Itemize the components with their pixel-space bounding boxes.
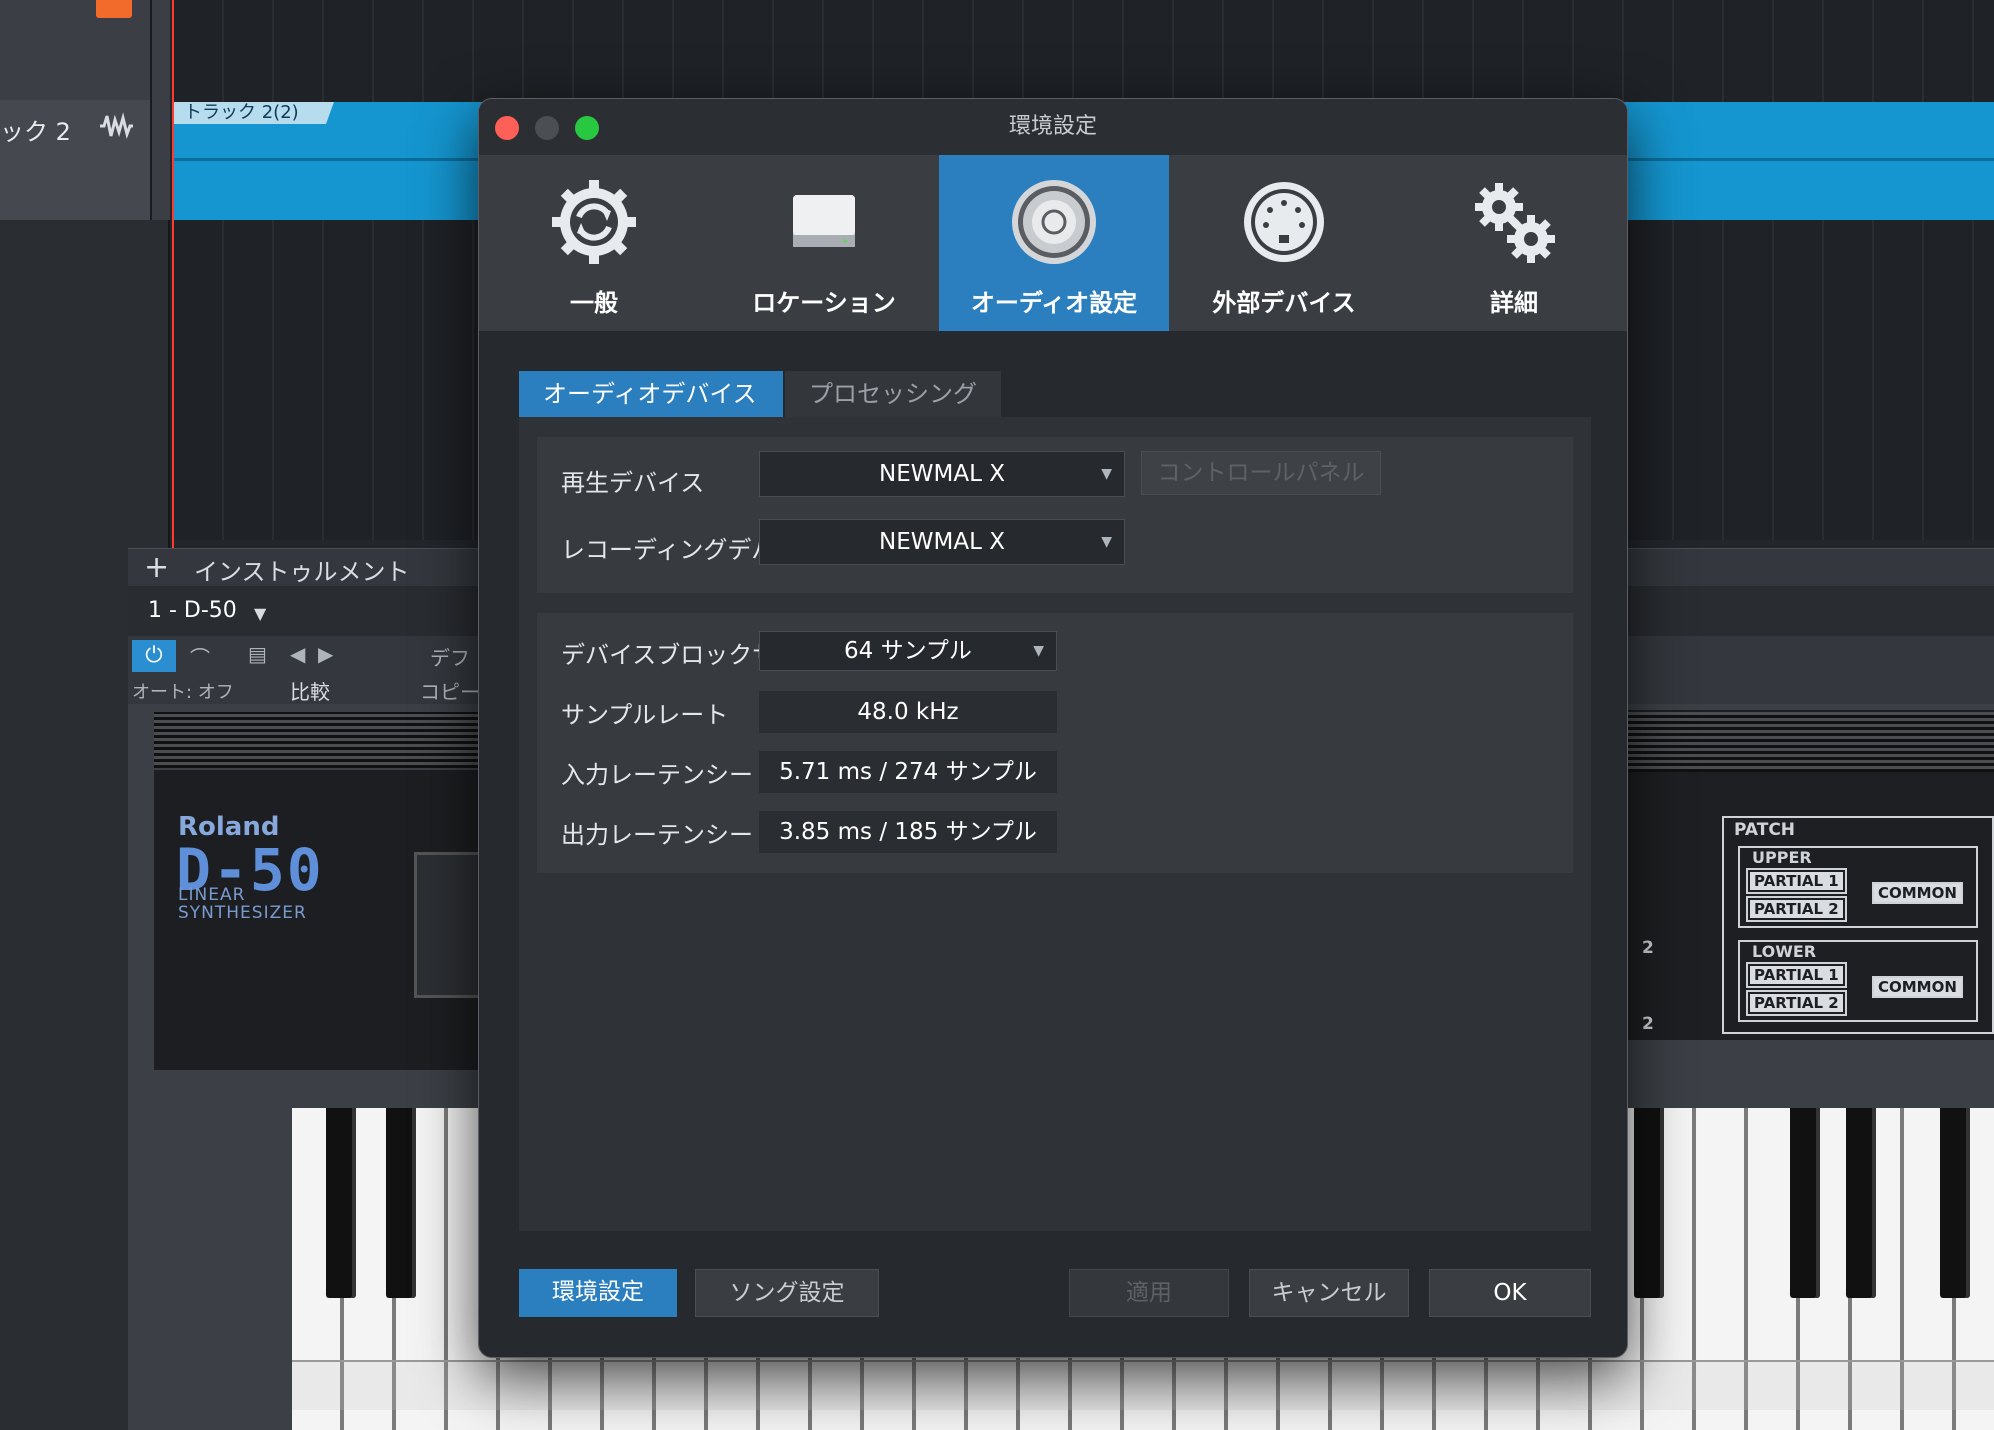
ok-button[interactable]: OK — [1429, 1269, 1591, 1317]
speaker-icon — [1012, 180, 1096, 264]
playback-device-label: 再生デバイス — [561, 469, 705, 497]
upper-partial-1: PARTIAL 1 — [1746, 868, 1847, 894]
tab-external-devices[interactable]: 外部デバイス — [1169, 155, 1399, 331]
buffer-group: デバイスブロックサイ 64 サンプル ▼ サンプルレート 48.0 kHz 入力… — [537, 613, 1573, 873]
input-latency-value: 5.71 ms / 274 サンプル — [759, 751, 1057, 793]
preferences-button[interactable]: 環境設定 — [519, 1269, 677, 1317]
upper-partial-2: PARTIAL 2 — [1746, 896, 1847, 922]
chevron-down-icon: ▼ — [1101, 466, 1112, 482]
device-group: 再生デバイス NEWMAL X ▼ コントロールパネル レコーディングデバイ N… — [537, 437, 1573, 593]
track-divider — [150, 0, 152, 220]
title-bar[interactable]: 環境設定 — [479, 99, 1627, 155]
tab-audio-setup-label: オーディオ設定 — [970, 289, 1138, 317]
tab-general-label: 一般 — [570, 289, 618, 317]
tab-locations-label: ロケーション — [752, 289, 896, 317]
tab-external-devices-label: 外部デバイス — [1212, 289, 1356, 317]
black-key[interactable] — [1790, 1108, 1820, 1298]
chevron-down-icon: ▼ — [1101, 534, 1112, 550]
synth-number: 2 — [1642, 938, 1654, 958]
lower-label: LOWER — [1752, 942, 1817, 961]
clip-label: トラック 2(2) — [174, 102, 334, 124]
copy-button[interactable]: コピー — [420, 676, 480, 705]
playback-device-value: NEWMAL X — [879, 461, 1005, 487]
compare-button[interactable]: 比較 — [290, 676, 330, 705]
synth-number: 2 — [1642, 1014, 1654, 1034]
output-latency-label: 出力レーテンシー — [561, 821, 753, 849]
prev-preset-button[interactable]: ◀ — [290, 642, 305, 666]
preset-list-icon[interactable]: ▤ — [248, 642, 267, 666]
output-latency-value: 3.85 ms / 185 サンプル — [759, 811, 1057, 853]
default-button[interactable]: デフ — [430, 642, 470, 671]
subtab-processing[interactable]: プロセッシング — [785, 371, 1001, 417]
tab-locations[interactable]: ロケーション — [709, 155, 939, 331]
lower-common: COMMON — [1872, 976, 1963, 998]
upper-common: COMMON — [1872, 882, 1963, 904]
upper-label: UPPER — [1752, 848, 1812, 867]
bypass-icon[interactable]: ⌒ — [190, 642, 210, 671]
recording-device-value: NEWMAL X — [879, 529, 1005, 555]
synth-vents-left — [154, 712, 484, 768]
black-key[interactable] — [326, 1108, 356, 1298]
black-key[interactable] — [1940, 1108, 1970, 1298]
waveform-icon[interactable] — [98, 112, 134, 140]
black-key[interactable] — [1846, 1108, 1876, 1298]
recording-device-select[interactable]: NEWMAL X ▼ — [759, 519, 1125, 565]
patch-title: PATCH — [1734, 820, 1796, 840]
synth-subtitle-line1: LINEAR — [178, 885, 246, 905]
cancel-button[interactable]: キャンセル — [1249, 1269, 1409, 1317]
auto-off-button[interactable]: オート: オフ — [132, 678, 234, 704]
track-name: ック 2 — [0, 118, 71, 146]
block-size-select[interactable]: 64 サンプル ▼ — [759, 631, 1057, 671]
input-latency-label: 入力レーテンシー — [561, 761, 753, 789]
gear-sync-icon — [552, 180, 636, 264]
subtab-audio-device[interactable]: オーディオデバイス — [519, 371, 783, 417]
instrument-selector[interactable]: 1 - D-50 — [148, 598, 237, 623]
song-settings-button[interactable]: ソング設定 — [695, 1269, 879, 1317]
preferences-dialog: 環境設定 一般 ロケーション オーディオ設定 外部デバイス 詳細 オーディオデバ… — [478, 98, 1628, 1358]
midi-port-icon — [1244, 182, 1324, 262]
instrument-panel-title: インストゥルメント — [194, 558, 410, 586]
tab-audio-setup[interactable]: オーディオ設定 — [939, 155, 1169, 331]
synth-subtitle-line2: SYNTHESIZER — [178, 903, 307, 923]
sample-rate-label: サンプルレート — [561, 701, 729, 729]
playhead-line — [172, 0, 174, 560]
control-panel-button[interactable]: コントロールパネル — [1141, 451, 1381, 495]
settings-content: 再生デバイス NEWMAL X ▼ コントロールパネル レコーディングデバイ N… — [519, 417, 1591, 1231]
lower-partial-1: PARTIAL 1 — [1746, 962, 1847, 988]
synth-knob[interactable] — [414, 852, 484, 998]
black-key[interactable] — [386, 1108, 416, 1298]
chevron-down-icon[interactable]: ▼ — [254, 604, 266, 623]
block-size-value: 64 サンプル — [844, 638, 972, 664]
black-key[interactable] — [1634, 1108, 1664, 1298]
playback-device-select[interactable]: NEWMAL X ▼ — [759, 451, 1125, 497]
apply-button[interactable]: 適用 — [1069, 1269, 1229, 1317]
synth-vents-right — [1626, 712, 1994, 772]
lower-partial-2: PARTIAL 2 — [1746, 990, 1847, 1016]
chevron-down-icon: ▼ — [1033, 643, 1044, 659]
power-button[interactable]: ⏻ — [132, 640, 176, 672]
gears-icon — [1475, 183, 1555, 263]
tab-advanced-label: 詳細 — [1490, 289, 1538, 317]
sample-rate-value: 48.0 kHz — [759, 691, 1057, 733]
preferences-toolbar: 一般 ロケーション オーディオ設定 外部デバイス 詳細 — [479, 155, 1627, 331]
instrument-track-icon[interactable] — [96, 0, 132, 18]
piano-keyboard-lower[interactable] — [292, 1360, 1994, 1410]
add-instrument-button[interactable]: + — [144, 550, 169, 585]
dialog-title: 環境設定 — [1008, 114, 1097, 139]
drive-icon — [793, 195, 855, 247]
next-preset-button[interactable]: ▶ — [318, 642, 333, 666]
tab-general[interactable]: 一般 — [479, 155, 709, 331]
synth-subtitle: LINEAR SYNTHESIZER — [178, 886, 307, 922]
tab-advanced[interactable]: 詳細 — [1399, 155, 1627, 331]
